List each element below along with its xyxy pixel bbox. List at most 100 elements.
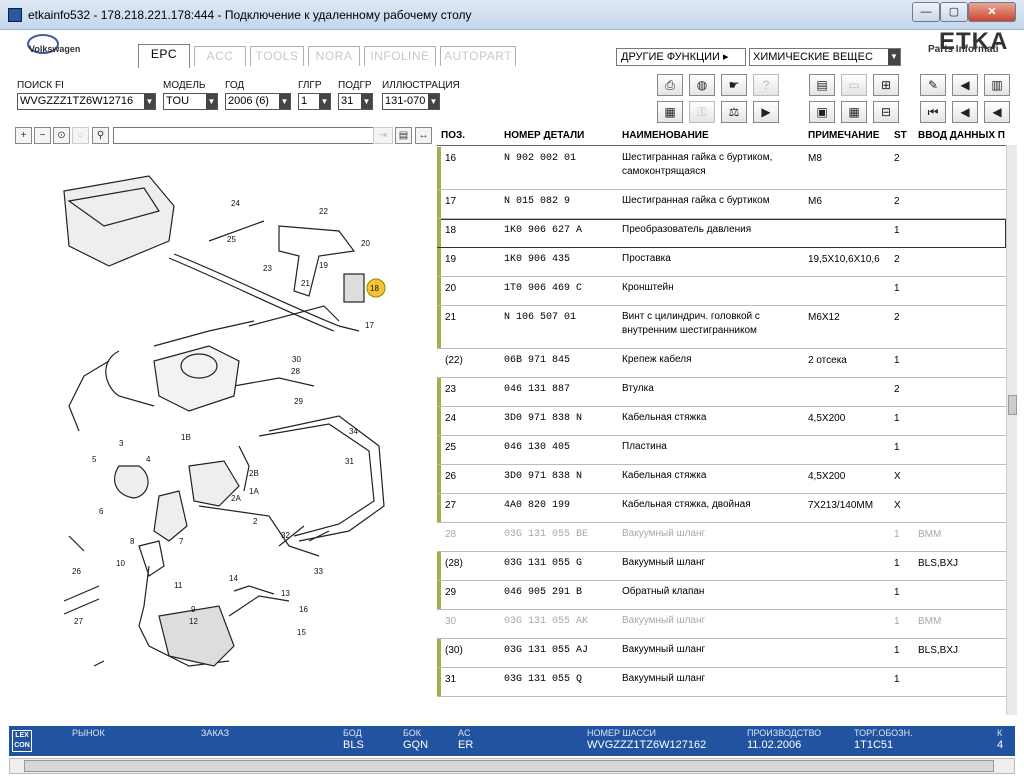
split-resize-icon[interactable]: ↔ [415,127,432,144]
search-icon[interactable]: ⚲ [92,127,109,144]
table-row[interactable]: 18 1K0 906 627 A Преобразователь давления 1 [437,219,1006,248]
table-icon[interactable]: ▦ [841,101,867,123]
table-row[interactable]: (22) 06B 971 845 Крепеж кабеля 2 отсека 1 [437,349,1006,378]
nav-prev-icon[interactable]: ◀ [952,74,978,96]
minimize-button[interactable]: — [912,2,940,22]
zoom-fit-icon[interactable]: ⊙ [53,127,70,144]
cell-part-number: 03G 131 055 BE [504,529,589,540]
previous-page-icon[interactable]: ◀ [952,101,978,123]
tab-autopart[interactable]: AUTOPART [440,46,516,66]
table-row[interactable]: 16 N 902 002 01 Шестигранная гайка с бурти… [437,147,1006,190]
zoom-out-icon[interactable]: − [34,127,51,144]
back-icon[interactable]: ◀ [984,101,1010,123]
extra-label: К [997,728,1003,738]
zoom-reset-icon[interactable]: ○ [72,127,89,144]
illustration-nav-icon[interactable]: ⇥ [373,127,393,144]
table-row[interactable]: 30 03G 131 055 AK Вакуумный шланг 1 BMM [437,610,1006,639]
depot-icon[interactable]: ▭ [841,74,867,96]
table-row[interactable]: 20 1T0 906 469 C Кронштейн 1 [437,277,1006,306]
table-row[interactable]: 17 N 015 082 9 Шестигранная гайка с буртик… [437,190,1006,219]
help-icon[interactable]: ? [753,74,779,96]
chemicals-select[interactable]: ХИМИЧЕСКИЕ ВЕЩЕС ▼ [749,48,901,66]
year-select[interactable]: 2006 (6) ▼ [225,93,291,110]
zoom-in-icon[interactable]: + [15,127,32,144]
table-row[interactable]: 25 046 130 405 Пластина 1 [437,436,1006,465]
tab-tools[interactable]: TOOLS [250,46,304,66]
tab-acc[interactable]: ACC [194,46,246,66]
chevron-down-icon: ▼ [279,94,290,109]
table-row[interactable]: (28) 03G 131 055 G Вакуумный шланг 1 BLS,BXJ [437,552,1006,581]
illustration-select[interactable]: 131-070 ▼ [382,93,440,110]
list-icon[interactable]: ▦ [657,101,683,123]
scale-icon[interactable]: ⚖ [721,101,747,123]
scrollbar-thumb[interactable] [24,760,994,772]
col-input[interactable]: ВВОД ДАННЫХ П [918,130,1005,141]
svg-text:2B: 2B [249,469,259,478]
cart-add-icon[interactable]: ⊞ [873,74,899,96]
ac-value: ER [458,739,474,751]
horizontal-scrollbar[interactable] [9,758,1015,774]
elsa-icon[interactable]: ▤ [809,74,835,96]
col-st[interactable]: ST [894,130,907,141]
svg-text:19: 19 [319,261,328,270]
row-status-marker [437,668,441,696]
service-icon[interactable]: ◍ [689,74,715,96]
col-note[interactable]: ПРИМЕЧАНИЕ [808,130,879,141]
key-icon[interactable]: ⚿ [689,101,715,123]
table-row[interactable]: (30) 03G 131 055 AJ Вакуумный шланг 1 BLS,BX… [437,639,1006,668]
maximize-button[interactable]: ▢ [940,2,968,22]
pin-icon[interactable]: ✎ [920,74,946,96]
first-page-icon[interactable]: ⏮ [920,101,946,123]
main-group-select[interactable]: 1 ▼ [298,93,331,110]
table-row[interactable]: 28 03G 131 055 BE Вакуумный шланг 1 BMM [437,523,1006,552]
cell-position: 18 [445,225,457,236]
parts-table-header: ПОЗ. НОМЕР ДЕТАЛИ НАИМЕНОВАНИЕ ПРИМЕЧАНИ… [437,127,1006,146]
print-icon[interactable]: ⎙ [657,74,683,96]
cell-note: 19,5X10,6X10,6 [808,254,880,265]
sub-group-select[interactable]: 31 ▼ [338,93,373,110]
monitor-icon[interactable]: ▣ [809,101,835,123]
other-functions-button[interactable]: ДРУГИЕ ФУНКЦИИ ▸ [616,48,746,66]
svg-text:3: 3 [119,439,124,448]
illustration-search-input[interactable] [113,127,375,144]
tab-epc[interactable]: EPC [138,44,190,68]
table-row[interactable]: 27 4A0 820 199 Кабельная стяжка, двойная 7X… [437,494,1006,523]
play-minus-icon[interactable]: ▶ [753,101,779,123]
parts-table: ПОЗ. НОМЕР ДЕТАЛИ НАИМЕНОВАНИЕ ПРИМЕЧАНИ… [437,127,1006,713]
table-row[interactable]: 26 3D0 971 838 N Кабельная стяжка 4,5X200 X [437,465,1006,494]
illustration-label: ИЛЛЮСТРАЦИЯ [382,80,460,91]
col-name[interactable]: НАИМЕНОВАНИЕ [622,130,709,141]
table-vertical-scrollbar[interactable] [1006,145,1017,715]
table-row[interactable]: 19 1K0 906 435 Проставка 19,5X10,6X10,6 2 [437,248,1006,277]
table-row[interactable]: 29 046 905 291 B Обратный клапан 1 [437,581,1006,610]
close-button[interactable]: ✕ [968,2,1016,22]
window-title: etkainfo532 - 178.218.221.178:444 - Подк… [28,8,472,22]
cell-part-number: 06B 971 845 [504,355,571,366]
scrollbar-thumb[interactable] [1008,395,1017,415]
cell-quantity: 1 [894,225,900,236]
tab-nora[interactable]: NORA [308,46,360,66]
extra-value: 4 [997,739,1004,751]
cell-part-number: 1K0 906 435 [504,254,571,265]
handshake-icon[interactable]: ☛ [721,74,747,96]
table-row[interactable]: 31 03G 131 055 Q Вакуумный шланг 1 [437,668,1006,697]
table-row[interactable]: 23 046 131 887 Втулка 2 [437,378,1006,407]
col-pos[interactable]: ПОЗ. [441,130,465,141]
tab-infoline[interactable]: INFOLINE [364,46,436,66]
trade-designation-label: ТОРГ.ОБОЗН. [854,728,913,738]
nav-list-icon[interactable]: ▥ [984,74,1010,96]
order-label: ЗАКАЗ [201,728,230,738]
col-part-number[interactable]: НОМЕР ДЕТАЛИ [504,130,584,141]
layout-icon[interactable]: ▤ [395,127,412,144]
cart-icon[interactable]: ⊟ [873,101,899,123]
cell-quantity: 1 [894,674,900,685]
cell-position: 16 [445,153,457,164]
table-row[interactable]: 21 N 106 507 01 Винт с цилиндрич. головкой… [437,306,1006,349]
fi-select[interactable]: WVGZZZ1TZ6W12716 ▼ [17,93,156,110]
parts-illustration[interactable]: 24 22 25 20 23 19 21 17 30 28 29 34 3 1B 54 2B 2… [9,146,433,726]
production-value: 11.02.2006 [747,739,802,751]
model-select[interactable]: TOU ▼ [163,93,218,110]
table-row[interactable]: 24 3D0 971 838 N Кабельная стяжка 4,5X200 1 [437,407,1006,436]
row-status-marker [437,465,441,493]
window-title-bar: etkainfo532 - 178.218.221.178:444 - Подк… [0,0,1024,30]
